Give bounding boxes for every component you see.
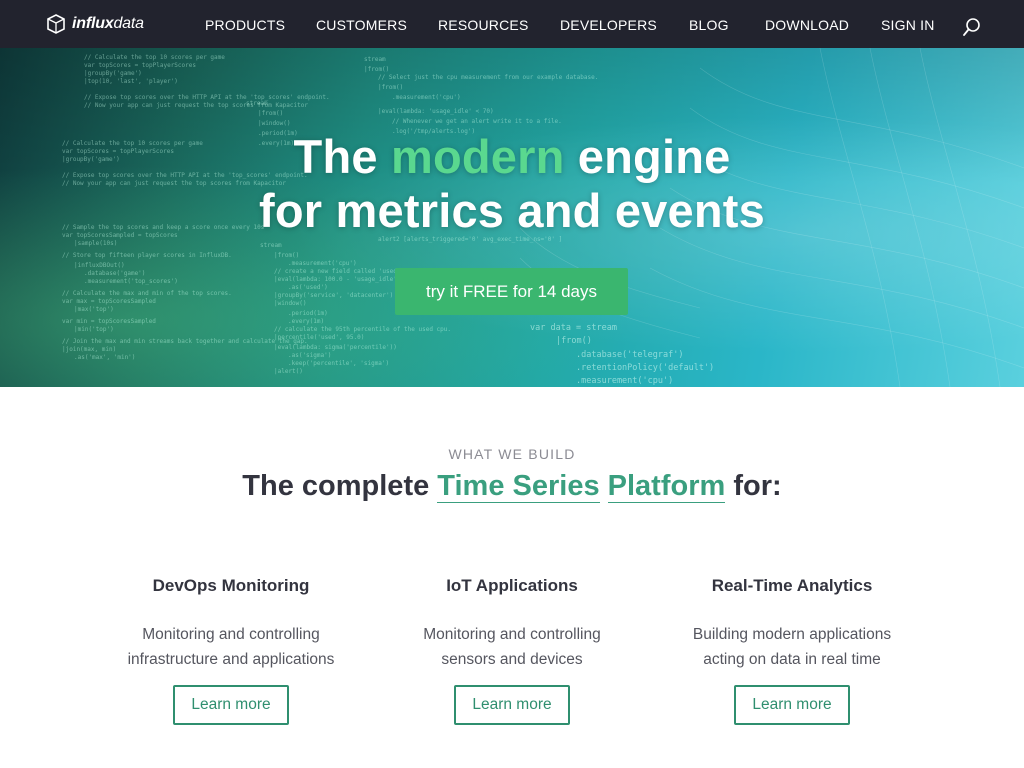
use-case-title: DevOps Monitoring bbox=[152, 576, 310, 595]
code-line: |top(10, 'last', 'player') bbox=[84, 78, 178, 85]
nav-item-products[interactable]: PRODUCTS bbox=[205, 17, 285, 33]
code-line: |eval(lambda: 100.0 - 'usage_idle') bbox=[274, 276, 401, 283]
code-line: |from() bbox=[556, 336, 592, 346]
hero-title-prefix: The bbox=[293, 130, 378, 183]
headline-prefix: The complete bbox=[242, 470, 430, 502]
platform-link[interactable]: Platform bbox=[607, 470, 726, 503]
hero-headline-line1: The modern engine bbox=[0, 130, 1024, 184]
code-line: var min = topScoresSampled bbox=[62, 318, 156, 325]
use-case-iot: IoT Applications Monitoring and controll… bbox=[382, 576, 642, 725]
use-case-title: Real-Time Analytics bbox=[711, 576, 873, 595]
logo-wordmark: influxdata bbox=[72, 15, 144, 33]
code-line: // Select just the cpu measurement from … bbox=[378, 74, 599, 81]
use-case-desc-line: Monitoring and controlling bbox=[142, 626, 320, 643]
use-case-desc-line: sensors and devices bbox=[441, 651, 583, 668]
code-line: // create a new field called 'used' bbox=[274, 268, 401, 275]
code-line: // Calculate the top 10 scores per game bbox=[84, 54, 225, 61]
code-line: // Store top fifteen player scores in In… bbox=[62, 252, 232, 259]
code-line: |max('top') bbox=[74, 306, 114, 313]
hero-title-suffix: engine bbox=[577, 130, 731, 183]
code-line: |from() bbox=[274, 252, 300, 259]
code-line: |window() bbox=[258, 120, 291, 127]
code-line: .keep('percentile', 'sigma') bbox=[288, 360, 390, 367]
use-case-description: Monitoring and controlling infrastructur… bbox=[101, 622, 361, 672]
learn-more-iot-button[interactable]: Learn more bbox=[454, 685, 570, 725]
code-line: |groupBy('game') bbox=[84, 70, 142, 77]
code-line: .retentionPolicy('default') bbox=[576, 363, 715, 373]
code-line: // Now your app can just request the top… bbox=[84, 102, 308, 109]
hero-title-accent: modern bbox=[390, 130, 565, 183]
code-line: .as('sigma') bbox=[288, 352, 332, 359]
nav-item-blog[interactable]: BLOG bbox=[689, 17, 729, 33]
code-line: .as('used') bbox=[288, 284, 328, 291]
learn-more-analytics-button[interactable]: Learn more bbox=[734, 685, 850, 725]
nav-item-customers[interactable]: CUSTOMERS bbox=[316, 17, 407, 33]
time-series-link[interactable]: Time Series bbox=[437, 470, 600, 503]
code-line: // Join the max and min streams back tog… bbox=[62, 338, 308, 345]
logo-text-thin: data bbox=[113, 15, 144, 32]
code-line: // Expose top scores over the HTTP API a… bbox=[84, 94, 330, 101]
use-case-title: IoT Applications bbox=[446, 576, 578, 595]
code-line: |eval(lambda: sigma('percentile')) bbox=[274, 344, 397, 351]
code-line: stream bbox=[364, 56, 386, 63]
code-line: .measurement('cpu') bbox=[392, 94, 461, 101]
headline-suffix: for: bbox=[733, 470, 782, 502]
use-case-devops: DevOps Monitoring Monitoring and control… bbox=[101, 576, 361, 725]
use-case-desc-line: Monitoring and controlling bbox=[423, 626, 601, 643]
code-line: |window() bbox=[274, 300, 307, 307]
code-line: .database('telegraf') bbox=[576, 350, 684, 360]
hero-headline-line2: for metrics and events bbox=[259, 184, 765, 237]
code-line: stream bbox=[260, 242, 282, 249]
code-line: |from() bbox=[364, 66, 390, 73]
code-line: |eval(lambda: 'usage_idle' < 70) bbox=[378, 108, 494, 115]
code-line: // Whenever we get an alert write it to … bbox=[392, 118, 562, 125]
nav-item-developers[interactable]: DEVELOPERS bbox=[560, 17, 657, 33]
use-case-description: Monitoring and controlling sensors and d… bbox=[382, 622, 642, 672]
nav-item-download[interactable]: DOWNLOAD bbox=[765, 17, 849, 33]
use-case-desc-line: acting on data in real time bbox=[703, 651, 881, 668]
code-line: var data = stream bbox=[530, 323, 617, 333]
code-line: var max = topScoresSampled bbox=[62, 298, 156, 305]
code-line: |from() bbox=[378, 84, 404, 91]
code-line: |influxDBOut() bbox=[74, 262, 125, 269]
section-headline: The complete Time Series Platform for: bbox=[0, 470, 1024, 503]
logo-text-bold: influx bbox=[72, 15, 114, 32]
use-case-desc-line: infrastructure and applications bbox=[127, 651, 335, 668]
code-line: |join(max, min) bbox=[62, 346, 117, 353]
code-line: .every(1m) bbox=[288, 318, 325, 325]
code-line: |groupBy('service', 'datacenter') bbox=[274, 292, 394, 299]
code-line: |from() bbox=[258, 110, 284, 117]
section-eyebrow: WHAT WE BUILD bbox=[448, 446, 576, 462]
code-line: .measurement('cpu') bbox=[288, 260, 357, 267]
hero-headline: The modern engine for metrics and events bbox=[0, 130, 1024, 238]
search-icon[interactable] bbox=[962, 17, 982, 37]
nav-item-sign-in[interactable]: SIGN IN bbox=[881, 17, 935, 33]
code-line: |sample(10s) bbox=[74, 240, 118, 247]
code-line: // calculate the 95th percentile of the … bbox=[274, 326, 452, 333]
top-navbar: influxdata PRODUCTS CUSTOMERS RESOURCES … bbox=[0, 0, 1024, 48]
code-line: |percentile('used', 95.0) bbox=[274, 334, 365, 341]
free-trial-button[interactable]: try it FREE for 14 days bbox=[395, 268, 628, 315]
influxdata-logo[interactable]: influxdata bbox=[46, 13, 144, 35]
code-line: // Calculate the max and min of the top … bbox=[62, 290, 232, 297]
code-line: .measurement('cpu') bbox=[576, 376, 674, 386]
code-line: var topScores = topPlayerScores bbox=[84, 62, 196, 69]
code-line: .database('game') bbox=[84, 270, 146, 277]
code-line: |alert() bbox=[274, 368, 303, 375]
code-line: |min('top') bbox=[74, 326, 114, 333]
nav-item-resources[interactable]: RESOURCES bbox=[438, 17, 528, 33]
logo-cube-icon bbox=[47, 14, 65, 34]
use-case-desc-line: Building modern applications bbox=[692, 626, 892, 643]
hero-banner: // Calculate the top 10 scores per game … bbox=[0, 48, 1024, 387]
code-line: .period(1m) bbox=[288, 310, 328, 317]
code-line: .measurement('top_scores') bbox=[84, 278, 178, 285]
learn-more-devops-button[interactable]: Learn more bbox=[173, 685, 289, 725]
use-case-description: Building modern applications acting on d… bbox=[662, 622, 922, 672]
code-line: .as('max', 'min') bbox=[74, 354, 136, 361]
code-line: stream bbox=[246, 100, 268, 107]
use-case-analytics: Real-Time Analytics Building modern appl… bbox=[662, 576, 922, 725]
